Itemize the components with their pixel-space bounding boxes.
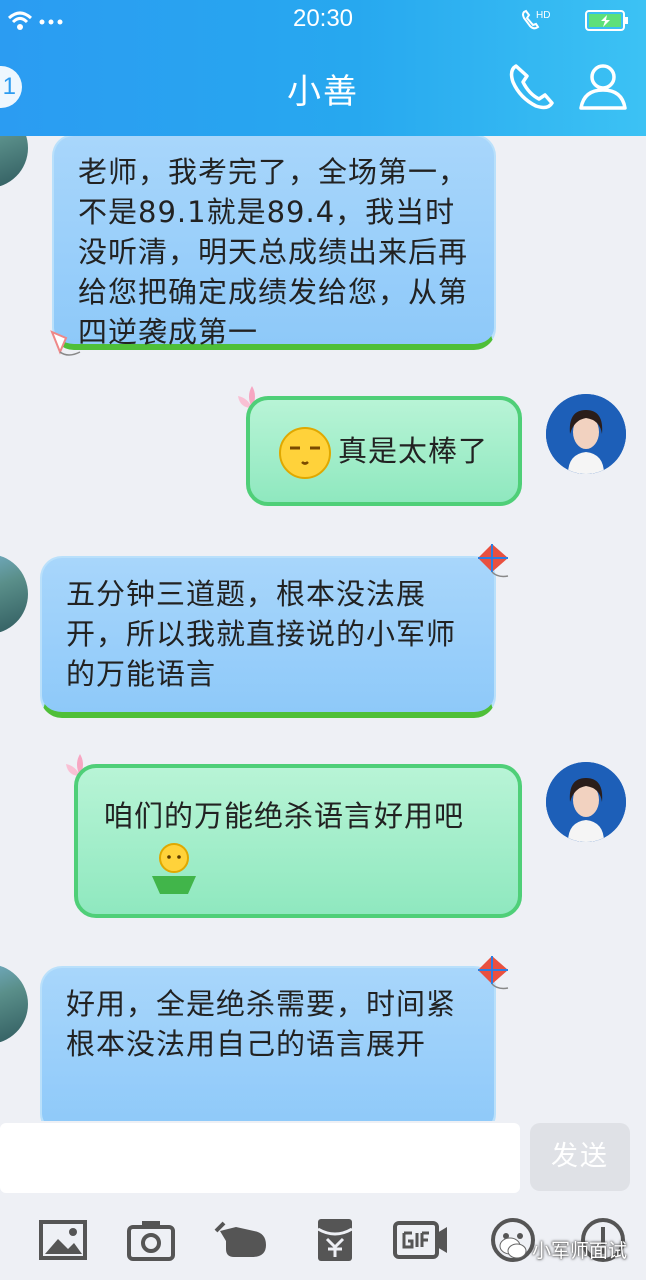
message-bubble-right[interactable]: 咱们的万能绝杀语言好用吧 bbox=[74, 764, 522, 918]
message-bubble-left[interactable]: 老师，我考完了，全场第一，不是89.1就是89.4，我当时没听清，明天总成绩出来… bbox=[52, 136, 496, 350]
contact-avatar[interactable] bbox=[0, 964, 28, 1044]
network-label: HD bbox=[536, 10, 550, 21]
red-packet-icon[interactable] bbox=[310, 1217, 360, 1263]
camera-icon[interactable] bbox=[126, 1217, 176, 1263]
kite-sticker-icon bbox=[478, 956, 509, 990]
chat-message-list[interactable]: 老师，我考完了，全场第一，不是89.1就是89.4，我当时没听清，明天总成绩出来… bbox=[0, 136, 646, 1121]
message-text: 真是太棒了 bbox=[338, 434, 489, 468]
wechat-logo-icon bbox=[499, 1237, 527, 1259]
phone-icon[interactable] bbox=[504, 60, 558, 114]
watermark: 小军师面试 bbox=[498, 1234, 646, 1264]
message-input[interactable] bbox=[0, 1123, 520, 1193]
message-bubble-left[interactable]: 五分钟三道题，根本没法展开，所以我就直接说的小军师的万能语言 bbox=[40, 556, 496, 718]
my-avatar[interactable] bbox=[546, 762, 626, 842]
gif-icon[interactable] bbox=[392, 1217, 450, 1263]
message-bubble-left[interactable]: 好用，全是绝杀需要，时间紧根本没法用自己的语言展开 bbox=[40, 966, 496, 1121]
my-avatar[interactable] bbox=[546, 394, 626, 474]
contact-avatar[interactable] bbox=[0, 136, 28, 188]
send-button[interactable]: 发送 bbox=[530, 1123, 630, 1191]
hand-icon[interactable] bbox=[214, 1217, 272, 1263]
input-bar: 发送 bbox=[0, 1121, 646, 1201]
kite-sticker-icon bbox=[50, 330, 81, 356]
contact-avatar[interactable] bbox=[0, 554, 28, 634]
message-text: 咱们的万能绝杀语言好用吧 bbox=[104, 799, 465, 833]
kite-sticker-icon bbox=[478, 544, 509, 578]
portrait-icon bbox=[546, 394, 626, 474]
shrug-emoji-icon bbox=[152, 843, 196, 894]
call-battery-icon: HD bbox=[522, 9, 628, 31]
profile-icon[interactable] bbox=[576, 60, 630, 114]
chat-header: 20:30 HD 1 小善 bbox=[0, 0, 646, 136]
image-icon[interactable] bbox=[38, 1217, 88, 1263]
portrait-icon bbox=[546, 762, 626, 842]
message-bubble-right[interactable]: 真是太棒了 bbox=[246, 396, 522, 506]
watermark-text: 小军师面试 bbox=[532, 1240, 628, 1262]
smirk-emoji-icon bbox=[279, 427, 331, 479]
status-bar: 20:30 HD bbox=[0, 0, 646, 38]
